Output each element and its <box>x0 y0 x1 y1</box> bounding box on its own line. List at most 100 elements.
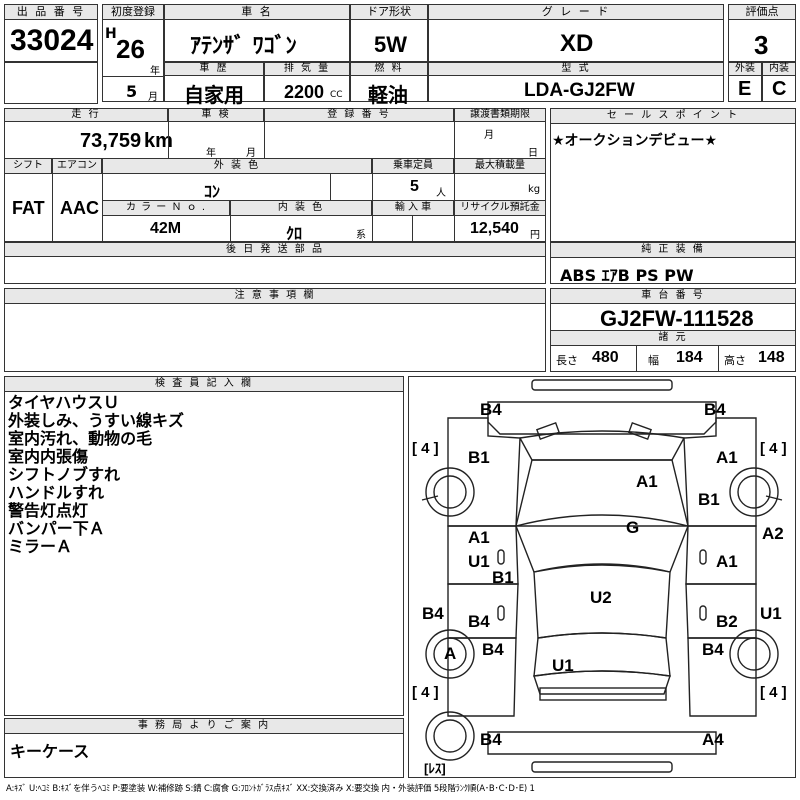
history: 自家用 <box>184 83 244 107</box>
int-color-label: 内 装 色 <box>230 200 372 216</box>
caution-label: 注 意 事 項 欄 <box>4 288 546 304</box>
detail-box <box>4 108 546 242</box>
mark-g-windshield: G <box>626 518 640 537</box>
shift-label: シフト <box>4 158 52 174</box>
displacement: 2200 <box>284 82 325 102</box>
sales-point-box <box>550 108 796 242</box>
displacement-unit: CC <box>330 90 343 100</box>
spare-tire <box>425 711 475 761</box>
month-unit: 月 <box>148 92 158 103</box>
door-label: ドア形状 <box>350 4 428 20</box>
reg-year: 26 <box>116 34 145 64</box>
inspector-note-item: バンパー下Ａ <box>8 519 105 538</box>
shift: FAT <box>12 198 45 218</box>
inspector-label: 検 査 員 記 入 欄 <box>4 376 404 392</box>
inspector-notes: タイヤハウスＵ 外装しみ、うすい線キズ 室内汚れ、動物の毛 室内内張傷 シフトノブすれハ… <box>8 394 184 556</box>
mark-a1-front-door-right: A1 <box>716 552 738 571</box>
recycle: 12,540 <box>470 220 519 237</box>
width: 184 <box>676 349 703 366</box>
car-name: ｱﾃﾝｻﾞ ﾜｺﾞﾝ <box>190 34 297 59</box>
lot-number: 33024 <box>10 24 94 57</box>
score: 3 <box>754 30 769 60</box>
equipment: ABS ｴｱB PS PW <box>560 266 694 285</box>
inspector-note-item: タイヤハウスＵ <box>8 393 120 412</box>
mark-b4-rear-right: B4 <box>702 640 724 659</box>
chassis-number: GJ2FW-111528 <box>600 306 754 331</box>
tire-rear-right <box>729 629 779 679</box>
color-label: 外 装 色 <box>102 158 372 174</box>
fuel-label: 燃 料 <box>350 62 428 76</box>
load-unit: kg <box>528 184 541 195</box>
mark-b2-rear-door-right: B2 <box>716 612 738 631</box>
office-label: 事 務 局 よ り ご 案 内 <box>4 718 404 734</box>
office-note: キーケース <box>10 742 90 761</box>
tire-front-left <box>425 467 475 517</box>
transfer-month: 月 <box>484 130 494 141</box>
inspector-note-item: ミラーＡ <box>8 537 73 556</box>
mark-a4-rear-bumper-right: A4 <box>702 730 724 749</box>
year-unit: 年 <box>150 66 160 77</box>
ac: AAC <box>60 198 99 218</box>
mark-a1-hood: A1 <box>636 472 658 491</box>
mark-b4-rear-left: B4 <box>482 640 504 659</box>
mark-a1-fender-right: A1 <box>716 448 738 467</box>
length-label: 長さ <box>556 354 578 367</box>
lot-empty <box>4 62 98 104</box>
int-color: ｸﾛ <box>286 224 303 243</box>
height-label: 高さ <box>724 354 746 367</box>
inspector-note-item: 外装しみ、うすい線キズ <box>8 411 185 430</box>
mark-b4-front-right: B4 <box>704 400 726 419</box>
displacement-label: 排 気 量 <box>264 62 350 76</box>
mark-b4-rear-door-left: B4 <box>468 612 490 631</box>
chassis-label: 車 台 番 号 <box>550 288 796 304</box>
ext-grade: E <box>738 78 752 100</box>
color: ｺﾝ <box>204 182 221 201</box>
tire-rl-depth: [ 4 ] <box>412 684 439 701</box>
transfer-day: 日 <box>528 148 538 159</box>
door-type: 5W <box>374 32 407 57</box>
mark-b4-front-left: B4 <box>480 400 502 419</box>
inspector-note-item: 室内内張傷 <box>8 447 89 466</box>
equipment-label: 純 正 装 備 <box>550 242 796 258</box>
dims-label: 諸 元 <box>550 330 796 346</box>
mark-b4-rear-bumper-left: B4 <box>480 730 502 749</box>
height: 148 <box>758 349 785 366</box>
mark-a-tire: A <box>444 644 457 663</box>
era: H <box>105 26 117 42</box>
windshield-shape <box>515 514 689 573</box>
tire-rr-depth: [ 4 ] <box>760 684 787 701</box>
recycle-label: リサイクル預託金 <box>454 200 546 216</box>
score-label: 評価点 <box>728 4 796 20</box>
ac-label: エアコン <box>52 158 102 174</box>
car-diagram <box>421 379 783 773</box>
mark-b1-fender-left: B1 <box>468 448 490 467</box>
grade: XD <box>560 30 594 57</box>
mark-a1-front-door-left: A1 <box>468 528 490 547</box>
inspector-note-item: 室内汚れ、動物の毛 <box>8 429 153 448</box>
reg-month: 5 <box>126 82 138 101</box>
insp-month: 月 <box>246 148 256 159</box>
capacity-label: 乗車定員 <box>372 158 454 174</box>
sales-point-label: セ ー ル ス ポ イ ン ト <box>550 108 796 124</box>
int-label: 内装 <box>762 62 796 76</box>
tire-fr-depth: [ 4 ] <box>760 440 787 457</box>
first-reg-label: 初度登録 <box>102 4 164 20</box>
model-label: 型 式 <box>428 62 724 76</box>
import-label: 輸 入 車 <box>372 200 454 216</box>
ext-label: 外装 <box>728 62 762 76</box>
grade-label: グ レ ー ド <box>428 4 724 20</box>
later-parts-label: 後 日 発 送 部 品 <box>4 242 546 257</box>
mark-u1-front-door-left: U1 <box>468 552 490 571</box>
load-label: 最大積載量 <box>454 158 546 174</box>
capacity-unit: 人 <box>436 188 446 199</box>
mileage: 73,759 <box>80 130 142 152</box>
transfer-label: 譲渡書類期限 <box>454 108 546 122</box>
spare-tire-label: [ﾚｽ] <box>424 761 446 776</box>
mileage-label: 走 行 <box>4 108 168 122</box>
mark-a2-right: A2 <box>762 524 784 543</box>
width-label: 幅 <box>648 354 659 367</box>
int-color-unit: 系 <box>356 230 366 241</box>
tire-fl-depth: [ 4 ] <box>412 440 439 457</box>
sales-point: ★オークションデビュー★ <box>552 133 718 149</box>
front-panel-shape <box>487 401 717 435</box>
